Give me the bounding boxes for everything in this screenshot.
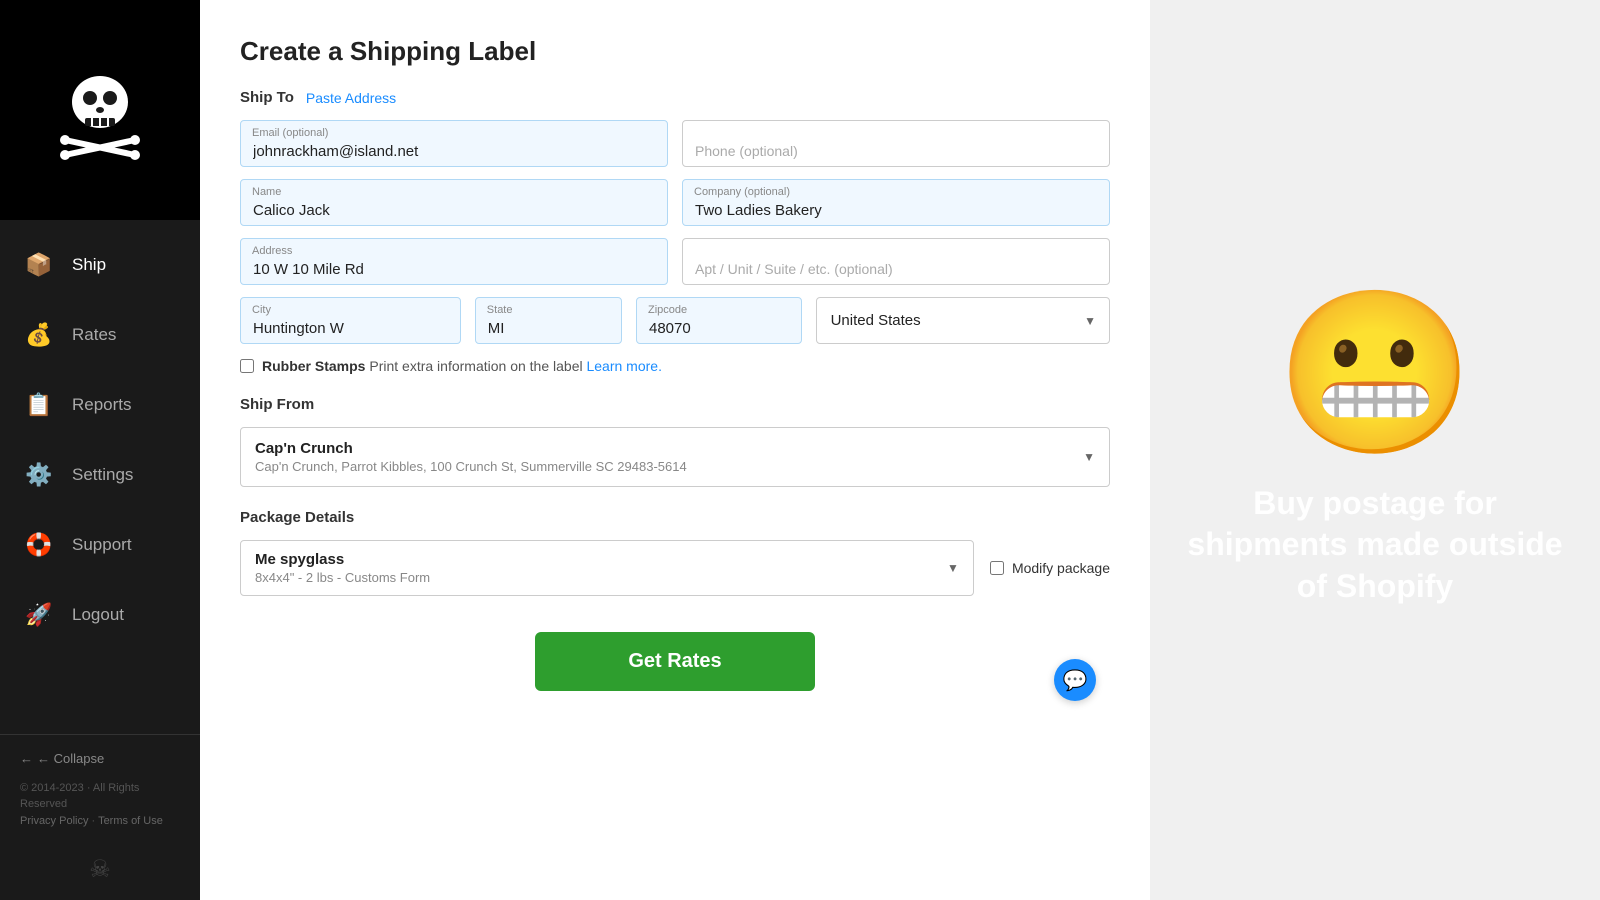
email-group: Email (optional) bbox=[240, 120, 668, 167]
chat-icon: 💬 bbox=[1063, 668, 1088, 693]
logo-area bbox=[0, 0, 200, 220]
sidebar-item-settings[interactable]: ⚙️ Settings bbox=[0, 440, 200, 510]
package-section: Package Details Me spyglass 8x4x4" - 2 l… bbox=[240, 509, 1110, 596]
ship-from-inner: Cap'n Crunch Cap'n Crunch, Parrot Kibble… bbox=[241, 428, 1109, 486]
main-content: Create a Shipping Label Ship To Paste Ad… bbox=[200, 0, 1600, 900]
company-input[interactable] bbox=[682, 179, 1110, 226]
email-input[interactable] bbox=[240, 120, 668, 167]
settings-icon: ⚙️ bbox=[20, 456, 58, 494]
reports-icon: 📋 bbox=[20, 386, 58, 424]
company-group: Company (optional) bbox=[682, 179, 1110, 226]
package-size: 8x4x4" - 2 lbs - Customs Form bbox=[255, 570, 933, 585]
sidebar-item-settings-label: Settings bbox=[72, 465, 133, 485]
ship-from-header: Ship From bbox=[240, 396, 1110, 413]
promo-text: Buy postage for shipments made outside o… bbox=[1185, 483, 1565, 608]
get-rates-button[interactable]: Get Rates bbox=[535, 632, 815, 691]
sidebar: 📦 Ship 💰 Rates 📋 Reports ⚙️ Settings 🛟 S… bbox=[0, 0, 200, 900]
rubber-stamps-row: Rubber Stamps Print extra information on… bbox=[240, 358, 1110, 374]
right-panel: 😬 Buy postage for shipments made outside… bbox=[1150, 0, 1600, 900]
form-panel: Create a Shipping Label Ship To Paste Ad… bbox=[200, 0, 1150, 900]
ship-from-select[interactable]: Cap'n Crunch Cap'n Crunch, Parrot Kibble… bbox=[240, 427, 1110, 487]
paste-address-link[interactable]: Paste Address bbox=[306, 90, 396, 106]
copyright-text: © 2014-2023 · All Rights Reserved Privac… bbox=[20, 780, 180, 830]
address-group: Address bbox=[240, 238, 668, 285]
country-select-wrapper: United States Canada United Kingdom Aust… bbox=[816, 297, 1110, 344]
phone-group bbox=[682, 120, 1110, 167]
city-state-zip-row: City State Zipcode United States Canada … bbox=[240, 297, 1110, 344]
email-phone-row: Email (optional) bbox=[240, 120, 1110, 167]
address2-input[interactable] bbox=[682, 238, 1110, 285]
promo-emoji: 😬 bbox=[1275, 293, 1474, 453]
modify-package-row: Modify package bbox=[990, 560, 1110, 576]
package-inner: Me spyglass 8x4x4" - 2 lbs - Customs For… bbox=[241, 541, 973, 595]
sidebar-item-ship[interactable]: 📦 Ship bbox=[0, 230, 200, 300]
modify-package-label[interactable]: Modify package bbox=[1012, 560, 1110, 576]
name-company-row: Name Company (optional) bbox=[240, 179, 1110, 226]
privacy-link[interactable]: Privacy Policy bbox=[20, 815, 88, 827]
collapse-label: ← Collapse bbox=[37, 751, 104, 766]
ship-icon: 📦 bbox=[20, 246, 58, 284]
sidebar-item-logout[interactable]: 🚀 Logout bbox=[0, 580, 200, 650]
phone-input[interactable] bbox=[682, 120, 1110, 167]
terms-link[interactable]: Terms of Use bbox=[98, 815, 163, 827]
state-input[interactable] bbox=[475, 297, 622, 344]
sidebar-item-reports[interactable]: 📋 Reports bbox=[0, 370, 200, 440]
rates-icon: 💰 bbox=[20, 316, 58, 354]
address2-group bbox=[682, 238, 1110, 285]
package-row: Me spyglass 8x4x4" - 2 lbs - Customs For… bbox=[240, 540, 1110, 596]
address-row: Address bbox=[240, 238, 1110, 285]
get-rates-section: Get Rates 💬 bbox=[240, 622, 1110, 691]
name-input[interactable] bbox=[240, 179, 668, 226]
bottom-skull-icon: ☠ bbox=[0, 845, 200, 900]
ship-from-address: Cap'n Crunch, Parrot Kibbles, 100 Crunch… bbox=[255, 459, 1069, 474]
ship-from-section: Ship From Cap'n Crunch Cap'n Crunch, Par… bbox=[240, 396, 1110, 487]
package-name: Me spyglass bbox=[255, 551, 933, 568]
sidebar-item-support[interactable]: 🛟 Support bbox=[0, 510, 200, 580]
sidebar-item-support-label: Support bbox=[72, 535, 132, 555]
collapse-button[interactable]: ← ← Collapse bbox=[20, 751, 180, 766]
zip-group: Zipcode bbox=[636, 297, 802, 344]
name-group: Name bbox=[240, 179, 668, 226]
sidebar-item-rates[interactable]: 💰 Rates bbox=[0, 300, 200, 370]
support-icon: 🛟 bbox=[20, 526, 58, 564]
package-details-label: Package Details bbox=[240, 509, 354, 526]
sidebar-item-reports-label: Reports bbox=[72, 395, 132, 415]
skull-logo bbox=[50, 60, 150, 160]
modify-package-checkbox[interactable] bbox=[990, 561, 1004, 575]
ship-from-name: Cap'n Crunch bbox=[255, 440, 1069, 457]
country-select[interactable]: United States Canada United Kingdom Aust… bbox=[816, 297, 1110, 344]
zip-input[interactable] bbox=[636, 297, 802, 344]
sidebar-bottom: ← ← Collapse © 2014-2023 · All Rights Re… bbox=[0, 734, 200, 846]
logout-icon: 🚀 bbox=[20, 596, 58, 634]
address-input[interactable] bbox=[240, 238, 668, 285]
sidebar-item-rates-label: Rates bbox=[72, 325, 116, 345]
nav-menu: 📦 Ship 💰 Rates 📋 Reports ⚙️ Settings 🛟 S… bbox=[0, 220, 200, 734]
page-title: Create a Shipping Label bbox=[240, 36, 1110, 67]
rubber-stamps-checkbox[interactable] bbox=[240, 359, 254, 373]
package-header: Package Details bbox=[240, 509, 1110, 526]
ship-from-label: Ship From bbox=[240, 396, 314, 413]
chat-bubble-button[interactable]: 💬 bbox=[1054, 659, 1096, 701]
rubber-stamps-label[interactable]: Rubber Stamps Print extra information on… bbox=[262, 358, 662, 374]
collapse-arrow-icon: ← bbox=[20, 751, 33, 766]
city-input[interactable] bbox=[240, 297, 461, 344]
package-select[interactable]: Me spyglass 8x4x4" - 2 lbs - Customs For… bbox=[240, 540, 974, 596]
state-group: State bbox=[475, 297, 622, 344]
country-group: United States Canada United Kingdom Aust… bbox=[816, 297, 1110, 344]
sidebar-item-ship-label: Ship bbox=[72, 255, 106, 275]
sidebar-item-logout-label: Logout bbox=[72, 605, 124, 625]
ship-to-label: Ship To bbox=[240, 89, 294, 106]
learn-more-link[interactable]: Learn more. bbox=[586, 358, 661, 374]
ship-to-header: Ship To Paste Address bbox=[240, 89, 1110, 106]
city-group: City bbox=[240, 297, 461, 344]
